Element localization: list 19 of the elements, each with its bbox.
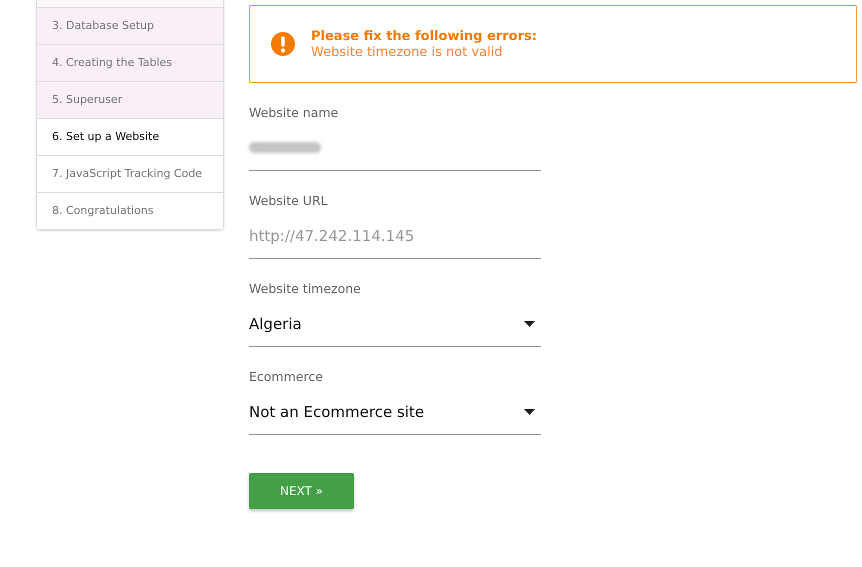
step-item[interactable]: 4. Creating the Tables bbox=[37, 44, 223, 81]
field-label: Website name bbox=[249, 105, 340, 122]
step-item[interactable]: 7. JavaScript Tracking Code bbox=[37, 155, 223, 192]
caret-icon bbox=[524, 320, 535, 326]
field-label: Ecommerce bbox=[249, 369, 324, 386]
exclamation-icon bbox=[270, 31, 296, 57]
step-item[interactable]: 6. Set up a Website bbox=[37, 118, 223, 155]
step-item[interactable]: 8. Congratulations bbox=[37, 192, 223, 229]
field-label: Website URL bbox=[249, 193, 329, 210]
select-field[interactable]: Not an Ecommerce site bbox=[249, 389, 541, 435]
alert-message: Website timezone is not valid bbox=[311, 44, 504, 60]
caret-icon bbox=[524, 408, 535, 414]
step-item[interactable]: 5. Superuser bbox=[37, 81, 223, 118]
step-item[interactable]: 3. Database Setup bbox=[37, 7, 223, 44]
alert-title: Please fix the following errors: bbox=[311, 28, 537, 44]
field-label: Website timezone bbox=[249, 281, 362, 298]
select-field[interactable]: Algeria bbox=[249, 301, 541, 347]
next-button[interactable]: NEXT » bbox=[249, 473, 354, 509]
input-field[interactable]: http://47.242.114.145 bbox=[249, 213, 541, 259]
